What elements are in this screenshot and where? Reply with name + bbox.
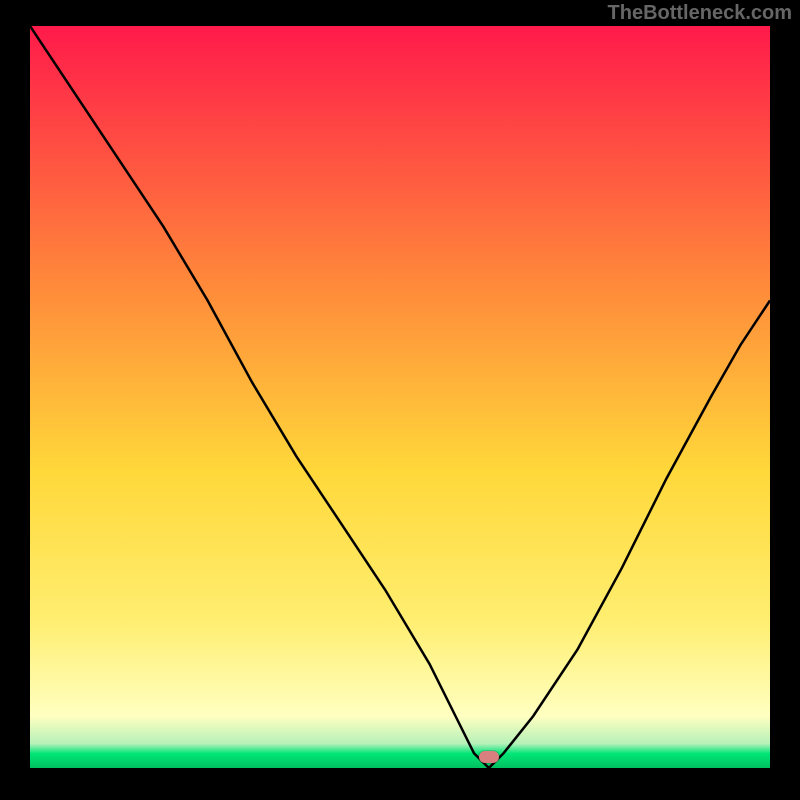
bottleneck-curve xyxy=(30,26,770,768)
plot-area xyxy=(30,26,770,768)
watermark-text: TheBottleneck.com xyxy=(608,2,792,25)
chart-frame: TheBottleneck.com xyxy=(0,0,800,800)
optimal-point-marker xyxy=(479,751,499,763)
